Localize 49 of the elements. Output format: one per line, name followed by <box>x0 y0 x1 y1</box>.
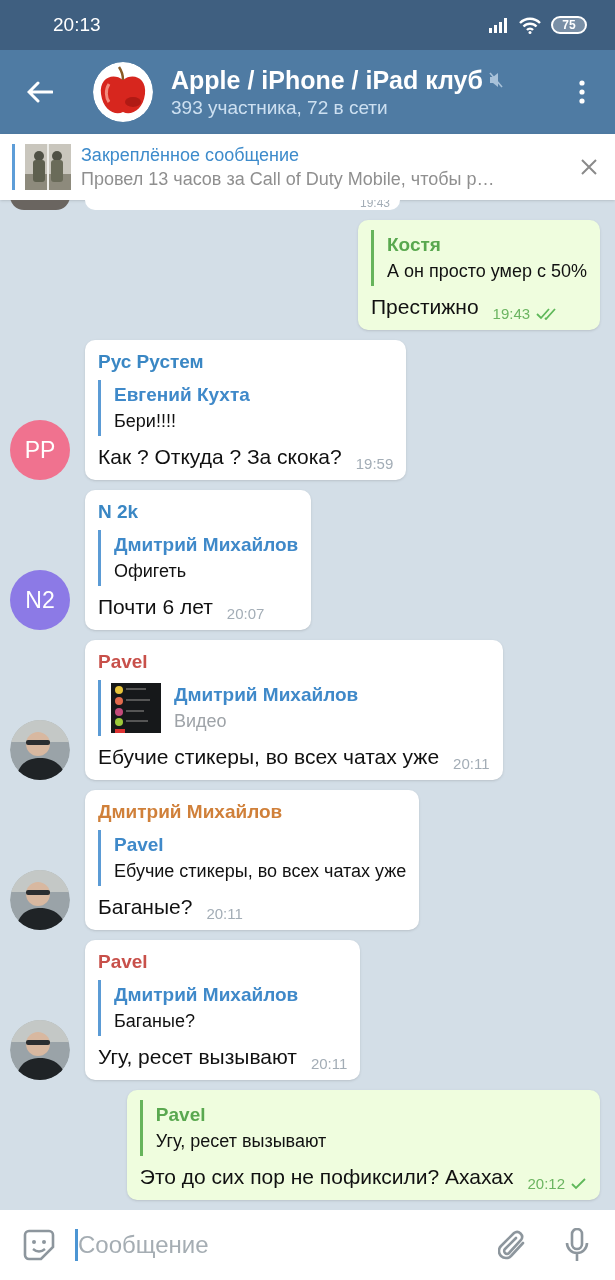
reply-name[interactable]: Pavel <box>155 1102 327 1128</box>
message-time: 20:11 <box>453 754 490 774</box>
message-text: Ебучие стикеры, во всех чатах уже <box>98 744 440 770</box>
message-text: Как ? Откуда ? За скока? <box>98 444 342 470</box>
reply-text: Ебучие стикеры, во всех чатах уже <box>114 860 407 883</box>
message-composer[interactable]: Сообщение <box>0 1210 615 1280</box>
message-text: Это до сих пор не пофиксили? Ахахах <box>139 1164 514 1190</box>
wifi-icon <box>519 16 541 34</box>
sender-name[interactable]: N 2k <box>98 500 299 524</box>
sender-name[interactable]: Дмитрий Михайлов <box>98 800 407 824</box>
message-time: 20:07 <box>226 604 265 624</box>
avatar[interactable]: PP <box>10 420 70 480</box>
sender-name[interactable]: Pavel <box>98 650 490 674</box>
status-time: 20:13 <box>53 12 101 37</box>
message-time: 19:59 <box>355 454 394 474</box>
battery-icon: 75 <box>551 16 587 34</box>
microphone-icon[interactable] <box>564 1228 590 1262</box>
message-text: Почти 6 лет <box>98 594 213 620</box>
back-icon[interactable] <box>27 81 53 103</box>
pinned-title[interactable]: Закреплённое сообщение <box>81 143 571 167</box>
message-text: Престижно <box>371 294 479 320</box>
chat-subtitle: 393 участника, 72 в сети <box>171 96 389 120</box>
reply-name[interactable]: Костя <box>387 232 587 258</box>
avatar[interactable]: N2 <box>10 570 70 630</box>
reply-name[interactable]: Дмитрий Михайлов <box>114 532 299 558</box>
reply-text: Бери!!!! <box>114 410 177 433</box>
message-time: 20:12 <box>527 1174 565 1194</box>
reply-name[interactable]: Pavel <box>114 832 407 858</box>
chat-title: Apple / iPhone / iPad клуб <box>171 65 483 96</box>
message-time: 19:43 <box>492 304 531 324</box>
reply-text: Баганые? <box>114 1010 196 1033</box>
message-field[interactable]: Сообщение <box>78 1227 488 1263</box>
menu-icon[interactable] <box>579 80 585 104</box>
message-text: Угу, ресет вызывают <box>98 1044 297 1070</box>
reply-text: Офигеть <box>114 560 188 583</box>
reply-text: Угу, ресет вызывают <box>155 1130 327 1153</box>
sender-name[interactable]: Pavel <box>98 950 348 974</box>
reply-text: А он просто умер с 50% <box>387 260 587 283</box>
message-time: 20:11 <box>310 1054 348 1074</box>
message-time: 20:11 <box>206 904 243 924</box>
message-text: Баганые? <box>98 894 193 920</box>
close-icon[interactable] <box>581 159 597 175</box>
reply-text: Видео <box>174 710 228 733</box>
pinned-text: Провел 13 часов за Call of Duty Mobile, чтобы р… <box>81 168 496 191</box>
reply-name[interactable]: Дмитрий Михайлов <box>114 982 299 1008</box>
sender-name[interactable]: Рус Рустем <box>98 350 394 374</box>
reply-name[interactable]: Дмитрий Михайлов <box>174 682 359 708</box>
sticker-icon[interactable] <box>23 1229 55 1261</box>
reply-name[interactable]: Евгений Кухта <box>114 382 250 408</box>
